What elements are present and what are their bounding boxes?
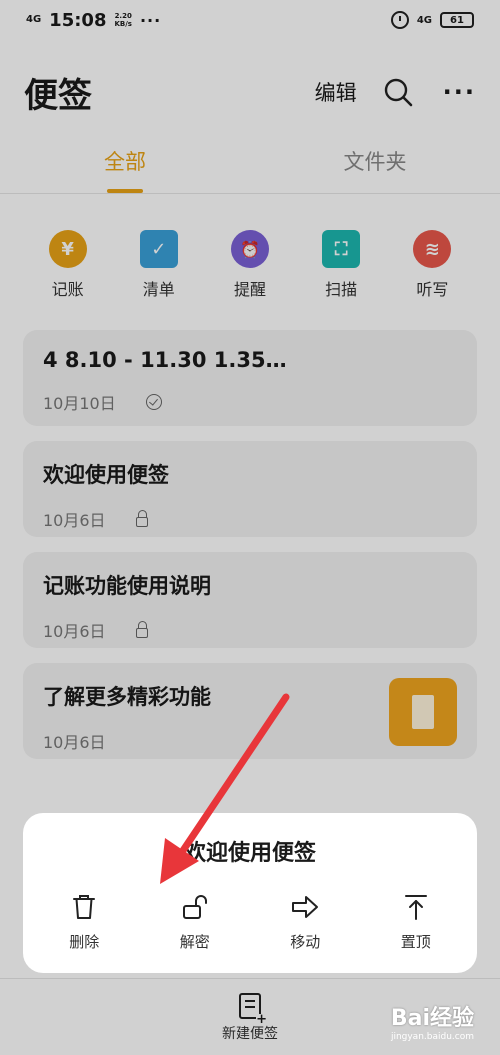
delete-button[interactable]: 删除 — [39, 893, 129, 952]
move-button[interactable]: 移动 — [260, 893, 350, 952]
baidu-jingyan-watermark: Bai经验 jingyan.baidu.com — [391, 1000, 474, 1042]
delete-label: 删除 — [69, 933, 100, 951]
move-arrow-icon — [292, 896, 319, 918]
unlock-button[interactable]: 解密 — [150, 893, 240, 952]
note-action-sheet: 欢迎使用便签 删除 解密 移动 置顶 — [23, 813, 477, 973]
pin-top-label: 置顶 — [400, 933, 431, 951]
unlock-label: 解密 — [179, 933, 210, 951]
trash-icon — [73, 895, 96, 919]
sheet-actions: 删除 解密 移动 置顶 — [23, 893, 477, 952]
watermark-url: jingyan.baidu.com — [390, 1032, 474, 1042]
watermark-logo: Bai经验 — [390, 1006, 474, 1031]
unlock-icon — [182, 895, 207, 919]
move-label: 移动 — [290, 933, 321, 951]
pin-top-icon — [404, 895, 427, 920]
sheet-title: 欢迎使用便签 — [183, 841, 316, 866]
pin-top-button[interactable]: 置顶 — [371, 893, 461, 952]
